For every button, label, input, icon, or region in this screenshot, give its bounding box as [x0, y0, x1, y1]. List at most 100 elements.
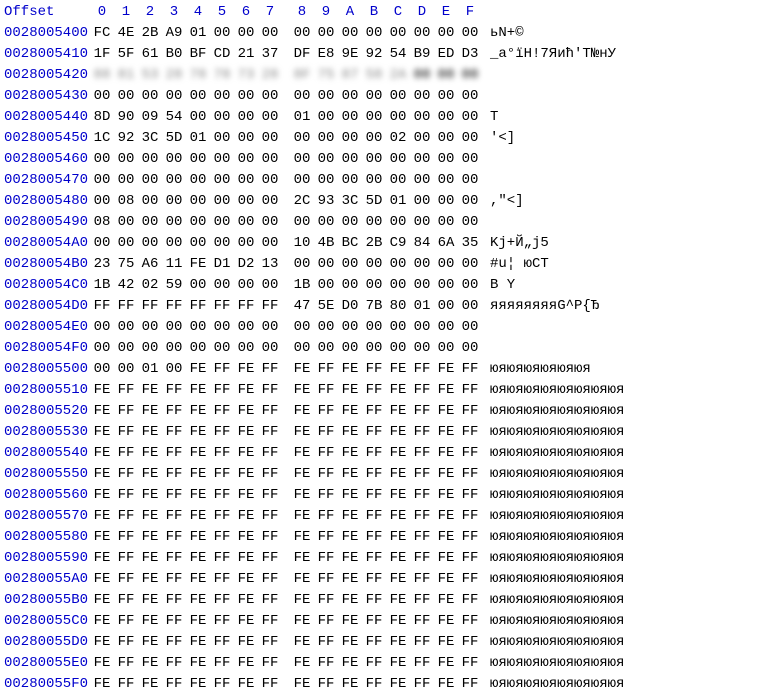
- hex-row[interactable]: 00280055D0FEFFFEFFFEFFFEFFFEFFFEFFFEFFFE…: [2, 632, 777, 653]
- hex-byte[interactable]: FE: [186, 674, 210, 695]
- hex-byte[interactable]: 00: [314, 128, 338, 149]
- hex-byte[interactable]: FF: [362, 359, 386, 380]
- hex-byte[interactable]: FE: [290, 569, 314, 590]
- hex-byte[interactable]: FE: [90, 443, 114, 464]
- hex-byte[interactable]: 81: [114, 65, 138, 86]
- hex-byte[interactable]: FF: [410, 485, 434, 506]
- hex-byte[interactable]: FE: [386, 674, 410, 695]
- hex-byte[interactable]: 00: [138, 338, 162, 359]
- hex-byte[interactable]: BF: [186, 44, 210, 65]
- hex-byte[interactable]: 00: [234, 212, 258, 233]
- hex-row[interactable]: 00280054408D9009540000000001000000000000…: [2, 107, 777, 128]
- hex-byte[interactable]: FF: [114, 464, 138, 485]
- hex-byte[interactable]: FE: [290, 422, 314, 443]
- hex-byte[interactable]: FF: [258, 653, 282, 674]
- hex-byte[interactable]: FF: [162, 590, 186, 611]
- hex-byte[interactable]: FE: [186, 443, 210, 464]
- hex-byte[interactable]: FE: [338, 590, 362, 611]
- hex-byte[interactable]: 00: [138, 233, 162, 254]
- hex-byte[interactable]: FF: [458, 653, 482, 674]
- hex-byte[interactable]: 00: [362, 107, 386, 128]
- hex-byte[interactable]: 00: [338, 212, 362, 233]
- hex-byte[interactable]: 00: [434, 149, 458, 170]
- hex-byte[interactable]: 00: [138, 317, 162, 338]
- hex-byte[interactable]: 00: [186, 149, 210, 170]
- hex-byte[interactable]: FF: [314, 590, 338, 611]
- hex-byte[interactable]: 02: [386, 128, 410, 149]
- hex-byte[interactable]: FE: [290, 485, 314, 506]
- hex-byte[interactable]: FE: [234, 401, 258, 422]
- hex-row[interactable]: 00280054C01B420259000000001B000000000000…: [2, 275, 777, 296]
- hex-byte[interactable]: FE: [186, 485, 210, 506]
- hex-byte[interactable]: FE: [386, 569, 410, 590]
- hex-byte[interactable]: FE: [186, 464, 210, 485]
- hex-byte[interactable]: 00: [362, 149, 386, 170]
- hex-byte[interactable]: FE: [290, 527, 314, 548]
- hex-byte[interactable]: FE: [90, 653, 114, 674]
- hex-byte[interactable]: 00: [410, 317, 434, 338]
- hex-byte[interactable]: FE: [234, 653, 258, 674]
- hex-byte[interactable]: 00: [186, 191, 210, 212]
- hex-byte[interactable]: 00: [434, 338, 458, 359]
- ascii-cell[interactable]: [482, 65, 490, 86]
- hex-byte[interactable]: FF: [258, 590, 282, 611]
- hex-byte[interactable]: FF: [458, 443, 482, 464]
- hex-byte[interactable]: FE: [338, 653, 362, 674]
- hex-byte[interactable]: FF: [114, 590, 138, 611]
- hex-bytes[interactable]: 00000000000000000000000000000000: [90, 338, 482, 359]
- hex-row[interactable]: 002800548000080000000000002C933C5D010000…: [2, 191, 777, 212]
- hex-byte[interactable]: FE: [90, 401, 114, 422]
- hex-byte[interactable]: FF: [210, 569, 234, 590]
- hex-byte[interactable]: 00: [458, 254, 482, 275]
- hex-byte[interactable]: 00: [258, 23, 282, 44]
- hex-byte[interactable]: 7B: [362, 296, 386, 317]
- hex-byte[interactable]: 5D: [362, 191, 386, 212]
- hex-byte[interactable]: FE: [290, 632, 314, 653]
- hex-byte[interactable]: 00: [210, 107, 234, 128]
- hex-byte[interactable]: FE: [290, 359, 314, 380]
- hex-byte[interactable]: FF: [210, 527, 234, 548]
- hex-byte[interactable]: 01: [138, 359, 162, 380]
- hex-byte[interactable]: FE: [186, 632, 210, 653]
- hex-byte[interactable]: 00: [258, 170, 282, 191]
- hex-byte[interactable]: A6: [138, 254, 162, 275]
- hex-byte[interactable]: FF: [258, 527, 282, 548]
- hex-byte[interactable]: 00: [314, 23, 338, 44]
- hex-byte[interactable]: 00: [338, 107, 362, 128]
- hex-byte[interactable]: FE: [90, 380, 114, 401]
- hex-bytes[interactable]: 1F5F61B0BFCD2137DFE89E9254B9EDD3: [90, 44, 482, 65]
- hex-byte[interactable]: 9E: [338, 44, 362, 65]
- hex-byte[interactable]: 00: [362, 317, 386, 338]
- hex-byte[interactable]: 00: [186, 212, 210, 233]
- hex-row[interactable]: 00280054A00000000000000000104BBC2BC9846A…: [2, 233, 777, 254]
- hex-byte[interactable]: FF: [258, 464, 282, 485]
- hex-byte[interactable]: 54: [386, 44, 410, 65]
- hex-byte[interactable]: 01: [186, 128, 210, 149]
- hex-byte[interactable]: 88: [90, 65, 114, 86]
- hex-byte[interactable]: 10: [290, 233, 314, 254]
- hex-byte[interactable]: 00: [314, 107, 338, 128]
- hex-byte[interactable]: FF: [210, 464, 234, 485]
- hex-byte[interactable]: 00: [314, 275, 338, 296]
- hex-byte[interactable]: 01: [386, 191, 410, 212]
- hex-byte[interactable]: FE: [90, 527, 114, 548]
- hex-byte[interactable]: 00: [290, 86, 314, 107]
- hex-byte[interactable]: B9: [410, 44, 434, 65]
- ascii-cell[interactable]: яяяяяяяяG^Р{Ђ: [482, 296, 599, 317]
- hex-byte[interactable]: FE: [386, 485, 410, 506]
- hex-byte[interactable]: 00: [210, 338, 234, 359]
- hex-byte[interactable]: 28: [258, 65, 282, 86]
- hex-byte[interactable]: FF: [410, 527, 434, 548]
- hex-row[interactable]: 00280054101F5F61B0BFCD2137DFE89E9254B9ED…: [2, 44, 777, 65]
- hex-byte[interactable]: FF: [258, 401, 282, 422]
- ascii-cell[interactable]: юяюяюяюяюяюяюяюя: [482, 506, 624, 527]
- hex-byte[interactable]: FF: [90, 296, 114, 317]
- hex-byte[interactable]: 92: [362, 44, 386, 65]
- hex-byte[interactable]: FE: [434, 653, 458, 674]
- hex-byte[interactable]: FE: [186, 506, 210, 527]
- hex-bytes[interactable]: FEFFFEFFFEFFFEFFFEFFFEFFFEFFFEFF: [90, 401, 482, 422]
- hex-byte[interactable]: 00: [362, 338, 386, 359]
- hex-byte[interactable]: FE: [338, 527, 362, 548]
- hex-byte[interactable]: A9: [162, 23, 186, 44]
- hex-byte[interactable]: FE: [90, 422, 114, 443]
